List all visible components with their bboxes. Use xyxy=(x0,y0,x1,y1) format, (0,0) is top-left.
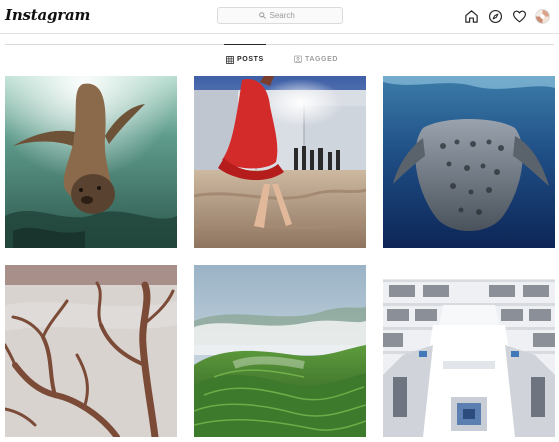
post-image-sea-lion xyxy=(5,76,177,248)
search-box[interactable] xyxy=(217,7,343,24)
post-thumbnail[interactable] xyxy=(383,76,555,248)
search-input[interactable] xyxy=(269,11,302,20)
home-icon[interactable] xyxy=(463,8,479,24)
nav-icon-group xyxy=(463,8,550,24)
post-thumbnail[interactable] xyxy=(194,76,366,248)
post-thumbnail[interactable] xyxy=(383,265,555,437)
post-image-red-dress xyxy=(194,76,366,248)
instagram-logo[interactable]: Instagram xyxy=(5,6,90,24)
post-image-library xyxy=(383,265,555,437)
avatar[interactable] xyxy=(535,8,550,24)
compass-icon[interactable] xyxy=(487,8,503,24)
post-thumbnail[interactable] xyxy=(5,76,177,248)
heart-icon[interactable] xyxy=(511,8,527,24)
top-navigation-bar: Instagram xyxy=(0,0,559,34)
post-thumbnail[interactable] xyxy=(194,265,366,437)
post-thumbnail[interactable] xyxy=(5,265,177,437)
tabs-divider xyxy=(5,44,554,45)
search-icon xyxy=(258,12,266,19)
tab-posts[interactable]: POSTS xyxy=(224,44,266,74)
tag-person-icon xyxy=(294,55,302,63)
grid-icon xyxy=(226,55,234,64)
tab-posts-label: POSTS xyxy=(237,56,264,63)
instagram-profile-page: Instagram Search POSTS TAGGED xyxy=(0,0,559,442)
post-image-tea-hills xyxy=(194,265,366,437)
post-image-whale xyxy=(383,76,555,248)
post-image-river-delta xyxy=(5,265,177,437)
tab-tagged-label: TAGGED xyxy=(305,55,339,63)
tab-tagged[interactable]: TAGGED xyxy=(294,44,338,74)
